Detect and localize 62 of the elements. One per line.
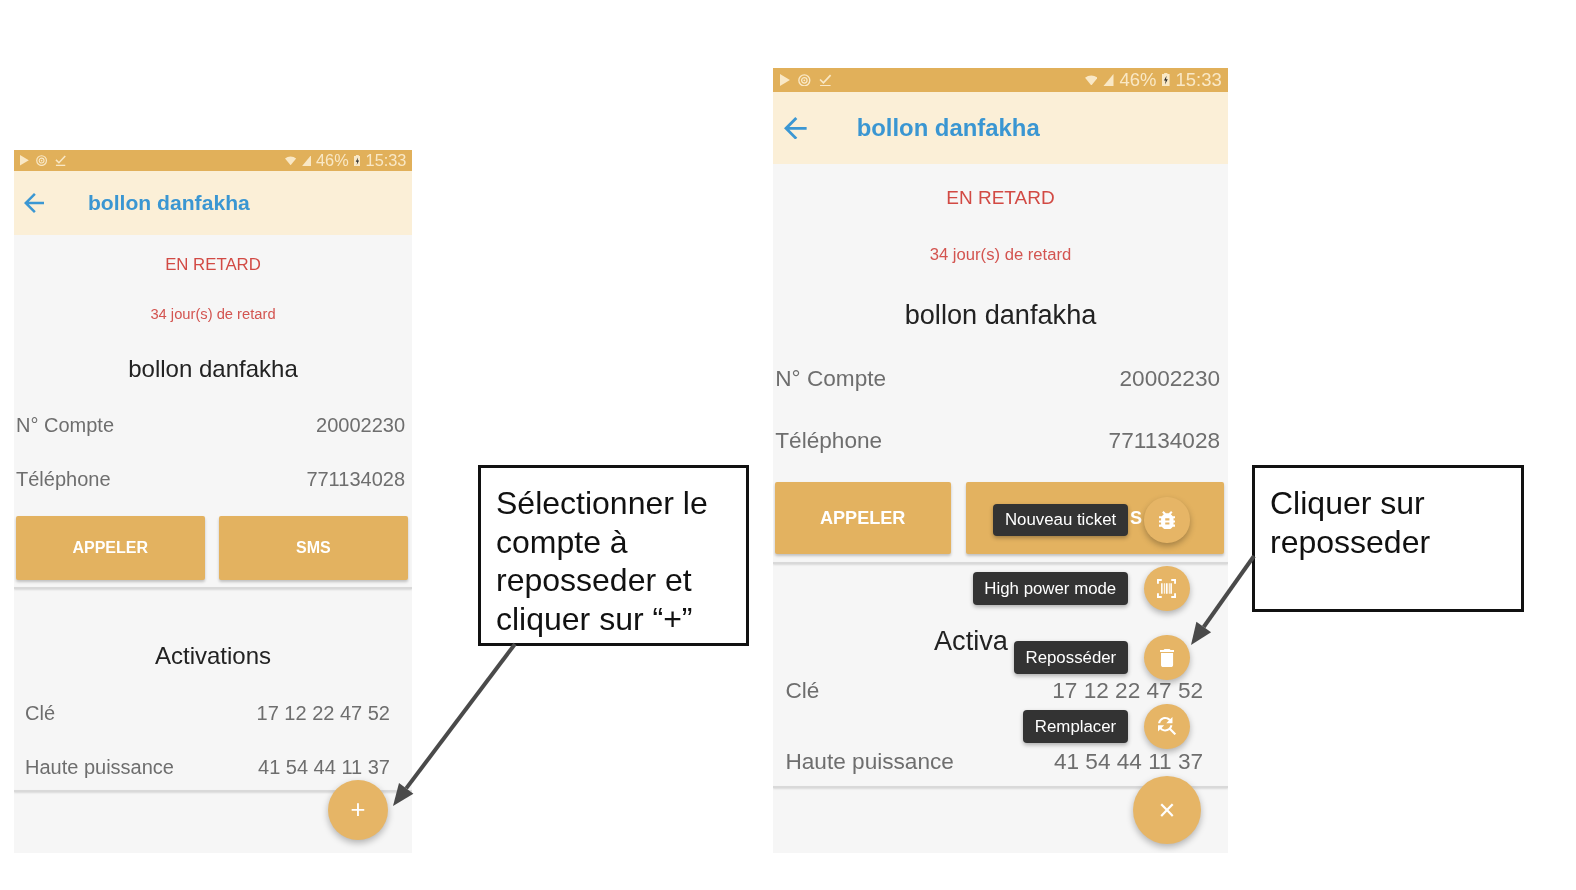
screen-title: bollon danfakha <box>87 190 250 216</box>
target-icon <box>36 154 48 167</box>
back-icon[interactable] <box>24 193 44 213</box>
activation-value: 17 12 22 47 52 <box>1052 680 1204 704</box>
callout-text: Cliquer sur reposseder <box>1270 484 1432 561</box>
call-button[interactable]: APPELER <box>15 515 205 580</box>
overdue-days: 34 jour(s) de retard <box>150 306 276 324</box>
play-icon <box>780 73 791 86</box>
activation-label: Haute puissance <box>785 751 954 774</box>
field-value: 771134028 <box>306 466 405 491</box>
clock-time: 15:33 <box>365 152 407 169</box>
add-button[interactable]: + <box>328 780 388 840</box>
call-button[interactable]: APPELER <box>774 481 951 555</box>
overdue-days: 34 jour(s) de retard <box>929 244 1072 265</box>
field-label: Téléphone <box>16 466 111 491</box>
activation-value: 41 54 44 11 37 <box>258 754 390 779</box>
field-label: Téléphone <box>775 426 883 454</box>
overdue-status: EN RETARD <box>165 254 261 275</box>
sms-button[interactable]: SMS <box>218 515 408 580</box>
overdue-status: EN RETARD <box>946 186 1055 210</box>
battery-level: 46% <box>316 152 349 169</box>
field-label: N° Compte <box>775 365 887 393</box>
battery-icon <box>353 154 361 167</box>
action-tooltip: High power mode <box>972 572 1128 606</box>
callout-text: Sélectionner le compte à reposseder et cliquer sur “+” <box>496 484 709 638</box>
field-value: 771134028 <box>1108 426 1221 454</box>
activation-value: 41 54 44 11 37 <box>1053 751 1204 774</box>
check-icon <box>54 154 66 167</box>
screen-title: bollon danfakha <box>856 113 1040 143</box>
signal-icon <box>301 154 311 167</box>
activation-label: Clé <box>785 680 820 704</box>
signal-icon <box>1103 73 1114 87</box>
activation-label: Haute puissance <box>25 754 174 779</box>
section-title: Activations <box>154 642 272 672</box>
battery-level: 46% <box>1119 70 1157 90</box>
play-icon <box>20 155 30 166</box>
search-refresh-icon <box>1157 717 1176 736</box>
section-title: Activa <box>934 624 1008 658</box>
activation-label: Clé <box>25 700 55 725</box>
field-label: N° Compte <box>16 412 115 437</box>
field-value: 20002230 <box>316 412 405 437</box>
wifi-icon <box>285 155 297 166</box>
wifi-icon <box>1084 74 1098 86</box>
action-tooltip: Nouveau ticket <box>993 503 1128 537</box>
battery-icon <box>1162 73 1170 87</box>
check-icon <box>819 73 832 87</box>
customer-name: bollon danfakha <box>904 299 1097 332</box>
close-button[interactable]: × <box>1133 776 1201 844</box>
back-icon[interactable] <box>784 116 807 140</box>
target-icon <box>798 73 811 87</box>
repossess-button[interactable] <box>1144 634 1190 681</box>
bug-icon <box>1158 510 1176 530</box>
activation-value: 17 12 22 47 52 <box>256 700 390 725</box>
replace-button[interactable] <box>1144 703 1190 749</box>
power-mode-button[interactable] <box>1144 566 1190 612</box>
action-tooltip: Reposséder <box>1013 641 1128 674</box>
barcode-icon <box>1157 579 1177 599</box>
field-value: 20002230 <box>1119 365 1221 393</box>
action-tooltip: Remplacer <box>1023 709 1128 743</box>
trash-icon <box>1159 648 1174 667</box>
clock-time: 15:33 <box>1175 70 1222 90</box>
customer-name: bollon danfakha <box>128 354 298 384</box>
